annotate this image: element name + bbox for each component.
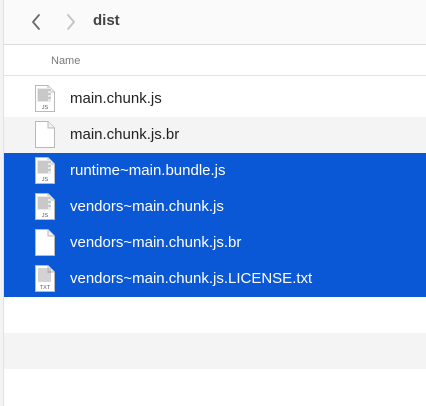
file-name: main.chunk.js [70,90,162,107]
column-header-name[interactable]: Name [4,45,426,75]
file-row[interactable]: JS main.chunk.js [4,81,426,117]
file-name: vendors~main.chunk.js.LICENSE.txt [70,270,313,287]
js-file-icon: JS [34,192,56,221]
file-name: main.chunk.js.br [70,126,180,143]
file-row[interactable]: main.chunk.js.br [4,117,426,153]
column-header-divider [4,75,426,76]
toolbar: dist [4,0,426,45]
empty-row [4,297,426,333]
empty-row [4,369,426,405]
file-name: runtime~main.bundle.js [70,162,226,179]
file-name: vendors~main.chunk.js [70,198,224,215]
blank-file-icon [34,228,56,257]
js-file-icon: JS [34,156,56,185]
chevron-right-icon [67,14,75,30]
file-row[interactable]: JS vendors~main.chunk.js [4,189,426,225]
svg-text:JS: JS [42,177,49,183]
forward-button[interactable] [60,11,82,33]
back-button[interactable] [25,11,47,33]
file-row[interactable]: JS runtime~main.bundle.js [4,153,426,189]
column-header-label: Name [51,55,81,67]
file-row[interactable]: TXT vendors~main.chunk.js.LICENSE.txt [4,261,426,297]
blank-file-icon [34,120,56,149]
svg-text:TXT: TXT [40,285,51,291]
svg-text:JS: JS [42,105,49,111]
chevron-left-icon [32,14,40,30]
empty-row [4,333,426,369]
file-name: vendors~main.chunk.js.br [70,234,242,251]
file-row[interactable]: vendors~main.chunk.js.br [4,225,426,261]
finder-window: dist Name JS main.chunk.js main.chunk.js.b… [0,0,426,406]
file-list: JS main.chunk.js main.chunk.js.br JS runtime… [4,81,426,405]
txt-file-icon: TXT [34,264,56,293]
svg-text:JS: JS [42,213,49,219]
js-file-icon: JS [34,84,56,113]
folder-title: dist [93,12,120,29]
